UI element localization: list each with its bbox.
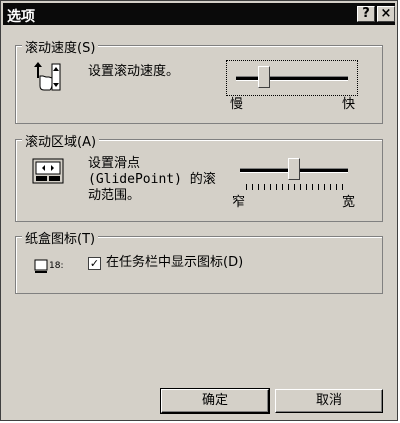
scroll-region-title: 滚动区域(A) [22, 131, 100, 150]
tray-preview-icon: 18: [34, 257, 64, 275]
tray-icon-text: 18: [49, 261, 64, 271]
ok-button[interactable]: 确定 [160, 388, 270, 414]
tray-icon-title: 纸盒图标(T) [22, 228, 99, 247]
show-tray-icon-checkbox[interactable]: ✓ [88, 257, 101, 270]
scroll-region-min-label: 窄 [232, 195, 246, 210]
scroll-speed-description: 设置滚动速度。 [88, 64, 180, 79]
scroll-region-description-line1: 设置滑点 [88, 156, 141, 171]
window-title: 选项 [7, 9, 35, 25]
tray-small-icon [34, 259, 48, 273]
help-button[interactable]: ? [357, 6, 375, 22]
scroll-region-group: 滚动区域(A) 设置滑点 (GlidePoint) 的滚 动范围。 窄 宽 [15, 131, 383, 222]
scroll-region-max-label: 宽 [342, 195, 356, 210]
scroll-region-description-line3: 动范围。 [88, 188, 141, 203]
scroll-speed-track [236, 76, 348, 81]
touchpad-icon [32, 158, 64, 184]
tray-icon-group: 纸盒图标(T) 18: ✓ 在任务栏中显示图标(D) [15, 228, 383, 294]
close-button[interactable]: × [377, 6, 395, 22]
scroll-hand-icon [34, 62, 61, 91]
options-dialog: 选项 ? × 滚动速度(S) 设置滚动速度。 慢 快 滚动区域(A) 设置滑点 … [0, 0, 398, 421]
show-tray-icon-label[interactable]: 在任务栏中显示图标(D) [106, 255, 243, 271]
scroll-speed-max-label: 快 [342, 97, 356, 112]
scroll-region-description-line2: (GlidePoint) 的滚 [88, 172, 216, 187]
title-bar[interactable]: 选项 ? × [3, 3, 395, 25]
scroll-speed-group: 滚动速度(S) 设置滚动速度。 慢 快 [15, 37, 383, 124]
scroll-speed-thumb[interactable] [258, 66, 270, 88]
scroll-speed-title: 滚动速度(S) [22, 37, 99, 56]
scroll-region-thumb[interactable] [288, 158, 300, 180]
scroll-speed-min-label: 慢 [230, 97, 244, 112]
cancel-button[interactable]: 取消 [275, 389, 383, 413]
scroll-region-ticks [246, 184, 346, 190]
